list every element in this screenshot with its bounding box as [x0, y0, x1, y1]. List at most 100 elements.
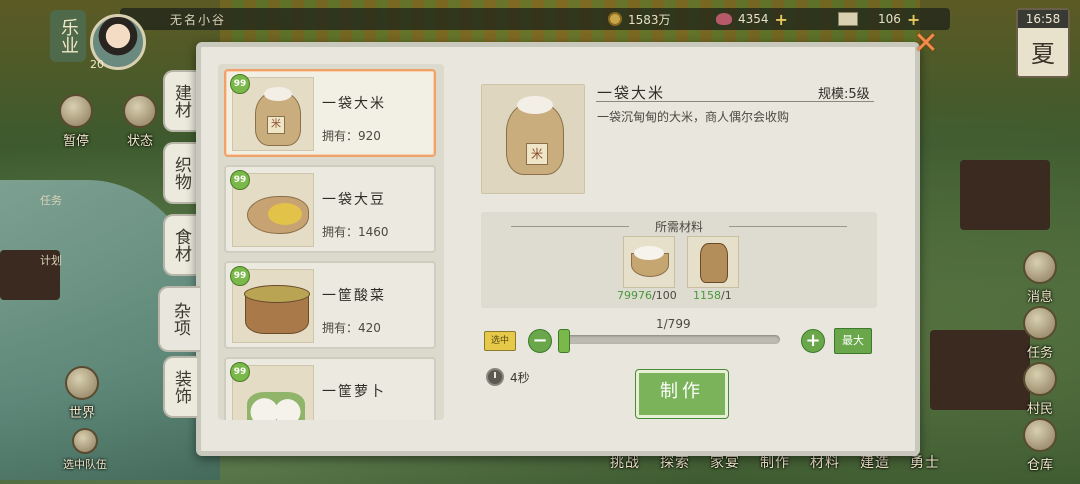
rice-sack-label: 米 — [526, 143, 548, 165]
gem-icon — [716, 13, 732, 25]
materials-title: 所需材料 — [481, 218, 877, 235]
material-need: /100 — [652, 289, 677, 302]
status-button[interactable]: 状态 — [116, 94, 164, 149]
item-owned: 拥有：920 — [322, 129, 381, 143]
messages-label: 消息 — [1026, 290, 1053, 305]
villager-icon — [1023, 362, 1057, 396]
village-name: 无名小谷 — [170, 13, 227, 27]
tab-label: 杂项 — [170, 302, 190, 336]
material-have: 79976 — [617, 289, 652, 302]
plan-side-tab[interactable]: 计划 — [40, 254, 62, 268]
tab-decorations[interactable]: 装饰 — [163, 356, 197, 418]
list-item[interactable]: 米 99 一袋大米 拥有：920 — [224, 69, 436, 157]
rice-sack-label: 米 — [267, 116, 285, 134]
quality-badge: 99 — [230, 74, 250, 94]
decrease-quantity-button[interactable]: − — [528, 329, 552, 353]
add-gems-icon[interactable]: + — [775, 10, 788, 29]
clock-icon — [486, 368, 504, 386]
material-have: 1158 — [693, 289, 721, 302]
slider-handle[interactable] — [558, 329, 570, 353]
selected-team-button[interactable]: 选中队伍 — [56, 428, 114, 472]
tab-miscellaneous[interactable]: 杂项 — [158, 286, 200, 352]
tab-label: 织物 — [171, 156, 191, 190]
villagers-label: 村民 — [1026, 402, 1053, 417]
material-slot[interactable] — [687, 236, 739, 288]
house-roof — [930, 330, 1030, 410]
game-time: 16:58 — [1018, 10, 1068, 28]
tab-label: 食材 — [171, 228, 191, 262]
radish-basket-icon — [247, 392, 305, 420]
list-item[interactable]: 99 一筐酸菜 拥有：420 — [224, 261, 436, 349]
tab-ingredients[interactable]: 食材 — [163, 214, 197, 276]
copper-resource: 1583万 — [608, 9, 671, 29]
plan-side-label: 计划 — [40, 254, 62, 267]
item-list[interactable]: 米 99 一袋大米 拥有：920 99 一袋大豆 拥有：1460 99 一筐酸菜… — [218, 64, 444, 420]
ticket-amount: 106 — [878, 12, 901, 26]
house-roof — [960, 160, 1050, 230]
status-label: 状态 — [126, 134, 153, 149]
close-icon[interactable]: ✕ — [912, 29, 940, 59]
craft-duration: 4秒 — [486, 368, 530, 386]
tasks-button[interactable]: 任务 — [1016, 306, 1064, 361]
globe-icon — [65, 366, 99, 400]
select-badge[interactable]: 选中 — [484, 331, 516, 351]
item-owned: 拥有：420 — [322, 321, 381, 335]
craft-button[interactable]: 制作 — [636, 370, 728, 418]
tab-fabrics[interactable]: 织物 — [163, 142, 197, 204]
world-button[interactable]: 世界 — [58, 366, 106, 421]
game-title-badge: 乐业 — [50, 10, 86, 62]
list-item[interactable]: 99 一筐萝卜 — [224, 357, 436, 420]
ticket-icon — [838, 12, 858, 26]
hud-strip — [120, 8, 950, 30]
pickled-cabbage-basket-icon — [244, 285, 310, 334]
soybean-sack-icon — [247, 196, 309, 234]
material-count: 1158/1 — [693, 289, 732, 302]
gem-amount: 4354 — [738, 12, 769, 26]
task-side-tab[interactable]: 任务 — [40, 194, 62, 208]
item-name: 一袋大米 — [322, 96, 386, 112]
warehouse-icon — [1023, 418, 1057, 452]
mail-icon — [1023, 250, 1057, 284]
list-item[interactable]: 99 一袋大豆 拥有：1460 — [224, 165, 436, 253]
increase-quantity-button[interactable]: + — [801, 329, 825, 353]
task-side-label: 任务 — [40, 194, 62, 207]
material-need: /1 — [721, 289, 732, 302]
player-level: 20 — [90, 58, 104, 71]
coin-icon — [608, 12, 622, 26]
item-name: 一筐萝卜 — [322, 384, 386, 400]
divider — [596, 101, 874, 102]
duration-value: 4秒 — [510, 370, 530, 385]
world-label: 世界 — [68, 406, 95, 421]
item-name: 一袋大豆 — [322, 192, 386, 208]
tasks-label: 任务 — [1026, 346, 1053, 361]
item-name: 一筐酸菜 — [322, 288, 386, 304]
quality-badge: 99 — [230, 266, 250, 286]
quality-badge: 99 — [230, 170, 250, 190]
material-slot[interactable] — [623, 236, 675, 288]
warehouse-button[interactable]: 仓库 — [1016, 418, 1064, 473]
game-title: 乐业 — [58, 18, 79, 54]
season-label: 夏 — [1031, 40, 1055, 68]
detail-title: 一袋大米 — [597, 84, 666, 102]
tab-building-materials[interactable]: 建材 — [163, 70, 197, 132]
pavilion-icon — [123, 94, 157, 128]
item-detail-image: 米 — [481, 84, 585, 194]
rice-bowl-icon — [631, 246, 669, 277]
copper-amount: 1583万 — [628, 12, 671, 27]
max-quantity-button[interactable]: 最大 — [834, 328, 872, 354]
tab-label: 装饰 — [171, 370, 191, 404]
pause-button[interactable]: 暂停 — [52, 94, 100, 149]
team-avatar-icon — [72, 428, 98, 454]
time-season-panel: 16:58 夏 — [1016, 8, 1070, 78]
burlap-sack-icon — [700, 243, 728, 283]
quantity-slider[interactable] — [560, 335, 780, 344]
quality-badge: 99 — [230, 362, 250, 382]
ticket-resource: 106 + — [838, 9, 920, 29]
detail-scale: 规模:5级 — [818, 87, 870, 102]
warehouse-label: 仓库 — [1026, 458, 1053, 473]
messages-button[interactable]: 消息 — [1016, 250, 1064, 305]
quantity-readout: 1/799 — [656, 317, 691, 331]
selected-team-label: 选中队伍 — [63, 458, 107, 471]
villagers-button[interactable]: 村民 — [1016, 362, 1064, 417]
item-owned: 拥有：1460 — [322, 225, 389, 239]
